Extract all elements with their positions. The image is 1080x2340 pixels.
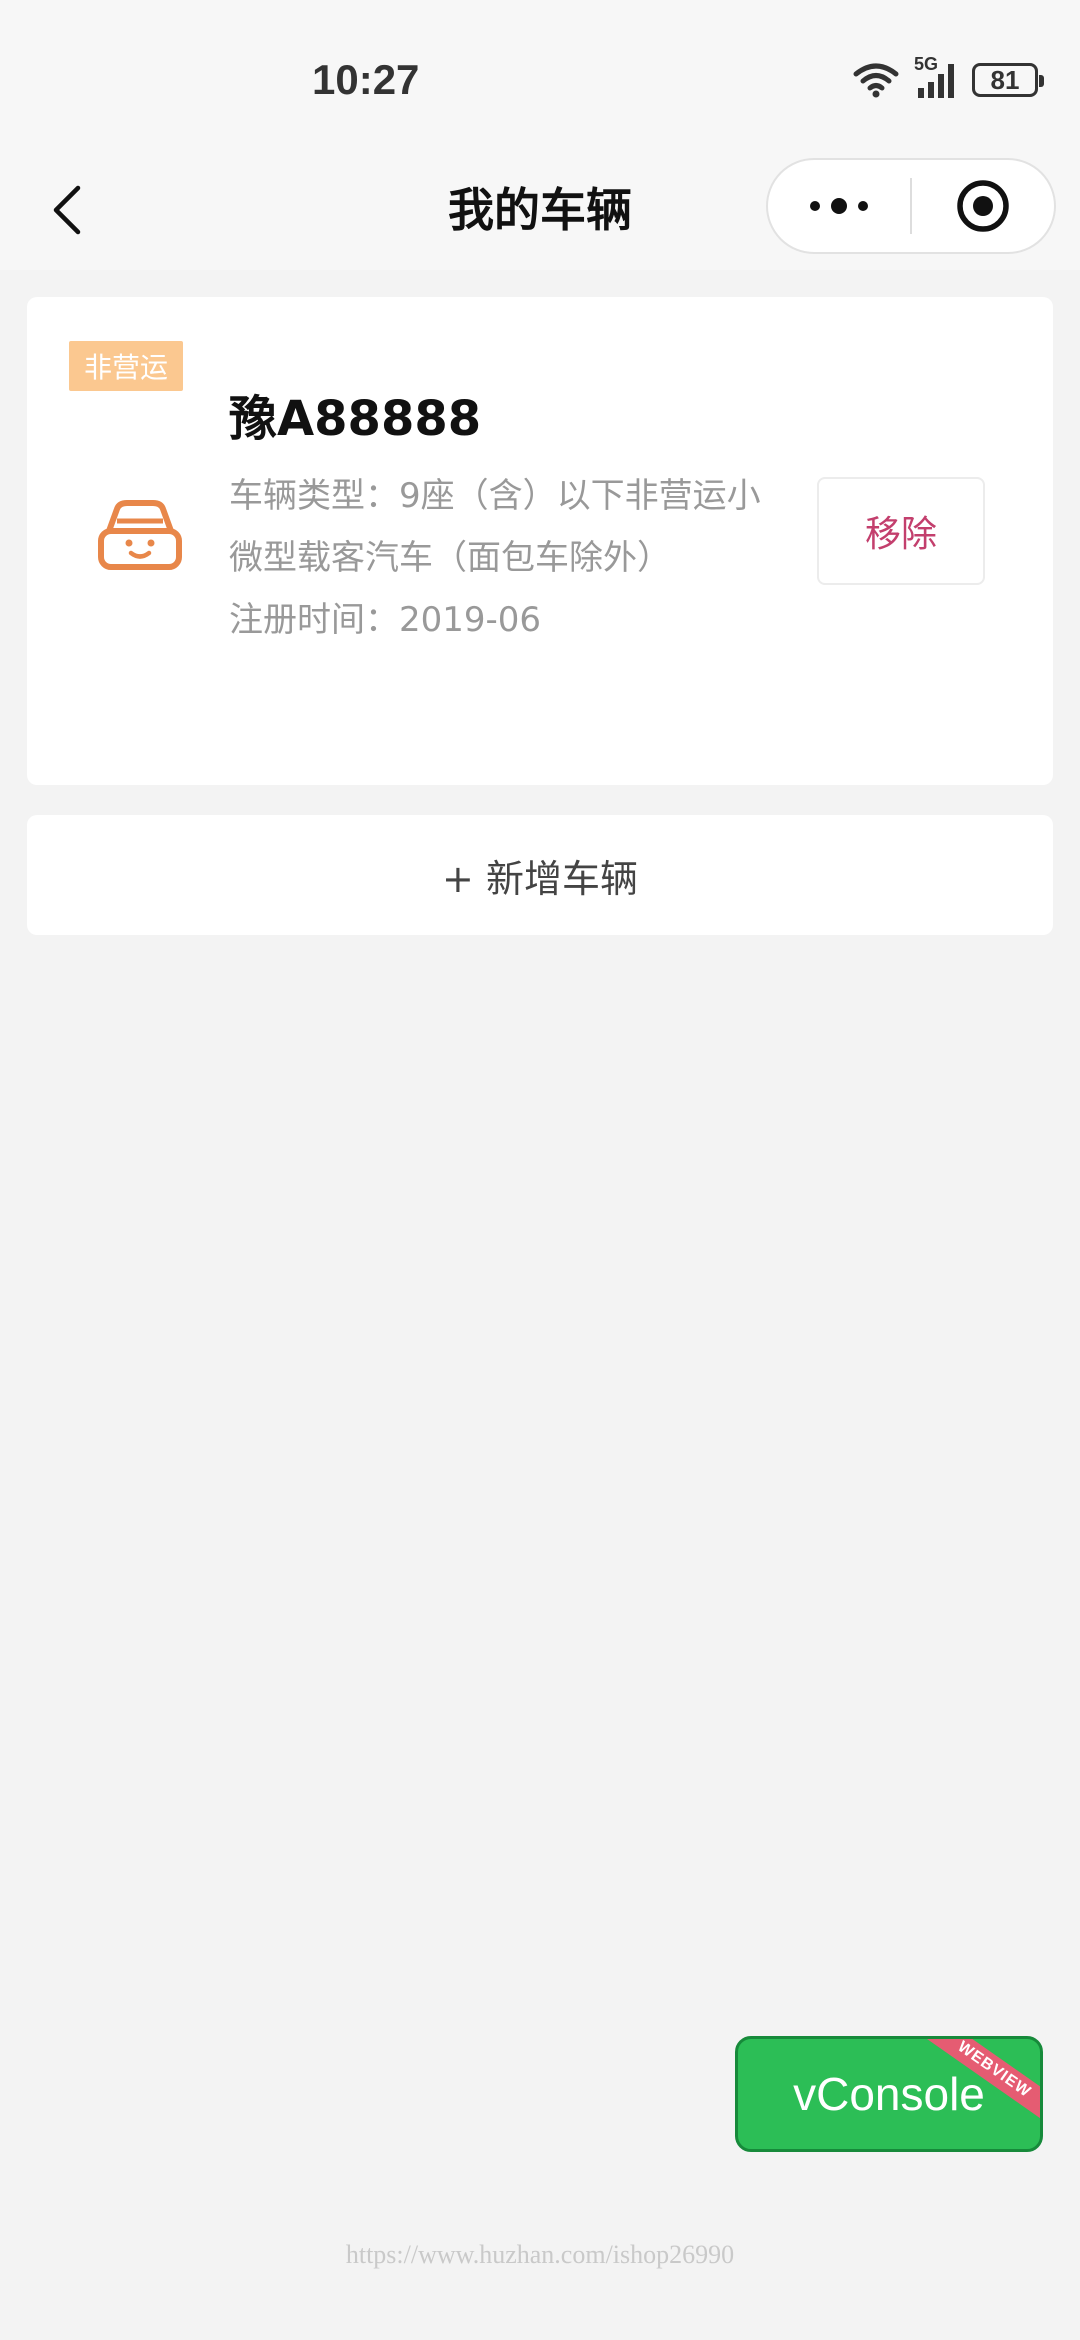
more-button[interactable] xyxy=(768,160,910,252)
network-type: 5G xyxy=(914,54,939,74)
more-dots-icon xyxy=(810,198,868,214)
vehicle-card: 非营运 豫A88888 车辆类型：9座（含）以下非营运小微型载客汽车（面包车除外… xyxy=(27,297,1053,785)
vehicle-info: 车辆类型：9座（含）以下非营运小微型载客汽车（面包车除外） 注册时间：2019-… xyxy=(229,465,789,651)
close-button[interactable] xyxy=(912,160,1054,252)
registration-date: 注册时间：2019-06 xyxy=(229,600,542,640)
car-icon xyxy=(98,500,182,570)
add-vehicle-button[interactable]: + 新增车辆 xyxy=(27,815,1053,935)
license-plate: 豫A88888 xyxy=(229,391,482,447)
status-bar: 10:27 5G 81 xyxy=(0,0,1080,150)
battery-icon: 81 xyxy=(972,63,1044,97)
vehicle-usage-tag: 非营运 xyxy=(69,341,183,391)
signal-indicator: 5G xyxy=(914,54,958,100)
wifi-icon xyxy=(853,63,899,98)
navigation-bar: 我的车辆 xyxy=(0,150,1080,270)
status-time: 10:27 xyxy=(312,56,420,103)
vconsole-label: vConsole xyxy=(793,2068,985,2120)
remove-vehicle-button[interactable]: 移除 xyxy=(817,477,985,585)
target-close-icon xyxy=(957,180,1009,232)
battery-level: 81 xyxy=(990,64,1020,95)
mini-program-capsule xyxy=(766,158,1056,254)
watermark: https://www.huzhan.com/ishop26990 xyxy=(345,2240,735,2269)
vehicle-type: 车辆类型：9座（含）以下非营运小微型载客汽车（面包车除外） xyxy=(229,476,761,578)
vconsole-button[interactable]: vConsole WEBVIEW xyxy=(735,2036,1043,2152)
system-icons: 5G 81 xyxy=(852,54,1044,102)
